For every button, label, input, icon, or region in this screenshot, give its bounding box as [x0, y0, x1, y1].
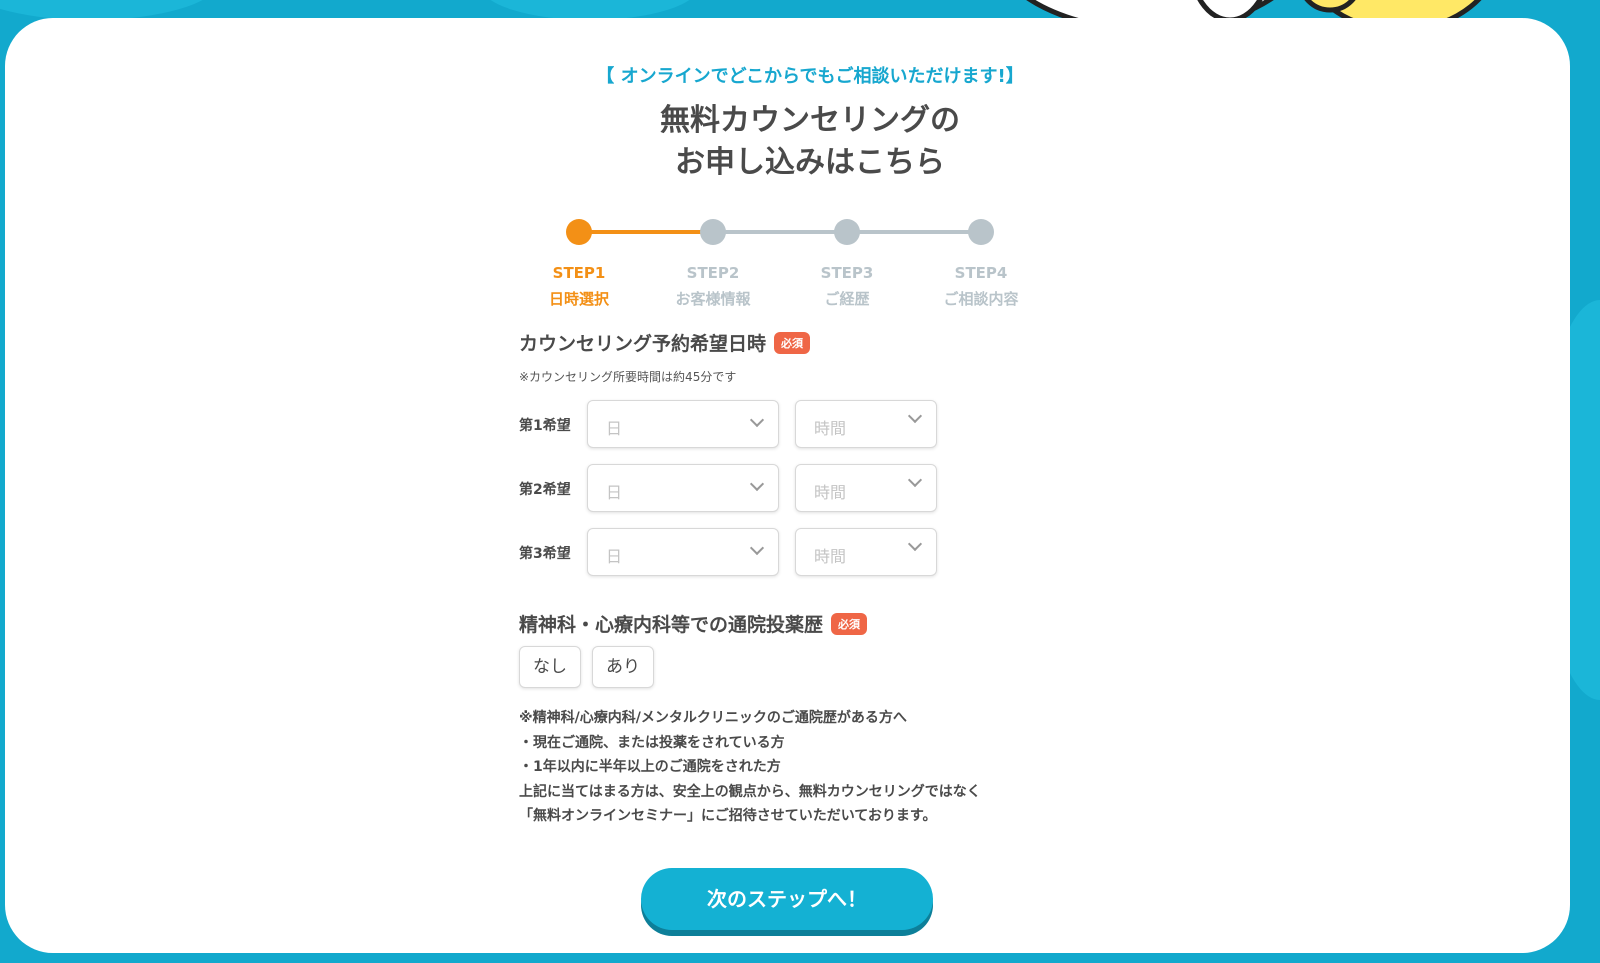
- step-3-text: ご経歴: [824, 290, 870, 308]
- mascot-illustration: [1026, 0, 1482, 20]
- history-option-none[interactable]: なし: [519, 646, 581, 688]
- title-line-2: お申し込みはこちら: [675, 145, 945, 180]
- step-2-label: STEP2 お客様情報: [658, 260, 768, 312]
- time-placeholder: 時間: [814, 483, 847, 502]
- step-4-label: STEP4 ご相談内容: [926, 260, 1036, 312]
- step-4-code: STEP4: [954, 264, 1008, 282]
- preference-1-time-select[interactable]: 時間: [795, 400, 937, 448]
- preference-1-label: 第1希望: [519, 418, 571, 434]
- step-1-text: 日時選択: [548, 290, 609, 308]
- chevron-down-icon: [749, 412, 765, 428]
- note-line: ・現在ご通院、または投薬をされている方: [519, 734, 785, 751]
- required-badge: 必須: [774, 332, 811, 354]
- note-line: 「無料オンラインセミナー」にご招待させていただいております。: [519, 808, 937, 824]
- step-indicator: STEP1 日時選択 STEP2 お客様情報 STEP3 ご経歴 STEP4 ご…: [515, 198, 1105, 308]
- preference-2-label: 第2希望: [519, 482, 571, 498]
- note-line: ・1年以内に半年以上のご通院をされた方: [519, 759, 781, 775]
- chevron-down-icon: [749, 476, 765, 492]
- preference-row-1: 第1希望 日 時間: [519, 400, 939, 450]
- form-card: 【 オンラインでどこからでもご相談いただけます!】 無料カウンセリングの お申し…: [5, 18, 1570, 953]
- tagline: 【 オンラインでどこからでもご相談いただけます!】: [596, 66, 1024, 87]
- date-placeholder: 日: [606, 419, 623, 438]
- title-line-1: 無料カウンセリングの: [660, 103, 960, 138]
- note-line: 上記に当てはまる方は、安全上の観点から、無料カウンセリングではなく: [519, 783, 981, 800]
- date-placeholder: 日: [606, 483, 623, 502]
- step-2-code: STEP2: [686, 264, 740, 282]
- history-section-title: 精神科・心療内科等での通院投薬歴 必須: [519, 610, 868, 637]
- preference-3-date-select[interactable]: 日: [587, 528, 779, 576]
- history-option-yes[interactable]: あり: [592, 646, 654, 688]
- step-1-label: STEP1 日時選択: [524, 260, 634, 312]
- duration-note: ※カウンセリング所要時間は約45分です: [519, 370, 737, 384]
- step-2-text: お客様情報: [675, 290, 751, 308]
- chevron-down-icon: [749, 540, 765, 556]
- note-line: ※精神科/心療内科/メンタルクリニックのご通院歴がある方へ: [519, 710, 907, 726]
- required-badge: 必須: [831, 613, 868, 635]
- time-placeholder: 時間: [814, 419, 847, 438]
- preference-2-date-select[interactable]: 日: [587, 464, 779, 512]
- chevron-down-icon: [907, 536, 923, 552]
- preference-3-time-select[interactable]: 時間: [795, 528, 937, 576]
- preference-3-label: 第3希望: [519, 546, 571, 562]
- history-title-text: 精神科・心療内科等での通院投薬歴: [519, 614, 824, 636]
- background-blob: [480, 0, 700, 20]
- schedule-section-title: カウンセリング予約希望日時 必須: [519, 329, 811, 356]
- step-3-label: STEP3 ご経歴: [792, 260, 902, 312]
- preference-1-date-select[interactable]: 日: [587, 400, 779, 448]
- step-3-code: STEP3: [820, 264, 874, 282]
- step-line-active: [579, 230, 713, 234]
- background-blob: [0, 0, 220, 20]
- time-placeholder: 時間: [814, 547, 847, 566]
- step-1-code: STEP1: [552, 264, 606, 282]
- date-placeholder: 日: [606, 547, 623, 566]
- next-step-button[interactable]: 次のステップへ！: [641, 868, 933, 930]
- history-notes: ※精神科/心療内科/メンタルクリニックのご通院歴がある方へ ・現在ご通院、または…: [519, 706, 981, 829]
- chevron-down-icon: [907, 472, 923, 488]
- step-2-dot: [700, 219, 726, 245]
- step-3-dot: [834, 219, 860, 245]
- step-1-dot: [566, 219, 592, 245]
- schedule-title-text: カウンセリング予約希望日時: [519, 333, 767, 355]
- page-title: 無料カウンセリングの お申し込みはこちら: [515, 100, 1105, 184]
- chevron-down-icon: [907, 408, 923, 424]
- preference-row-2: 第2希望 日 時間: [519, 464, 939, 514]
- step-4-text: ご相談内容: [943, 290, 1019, 308]
- preference-2-time-select[interactable]: 時間: [795, 464, 937, 512]
- step-4-dot: [968, 219, 994, 245]
- preference-row-3: 第3希望 日 時間: [519, 528, 939, 578]
